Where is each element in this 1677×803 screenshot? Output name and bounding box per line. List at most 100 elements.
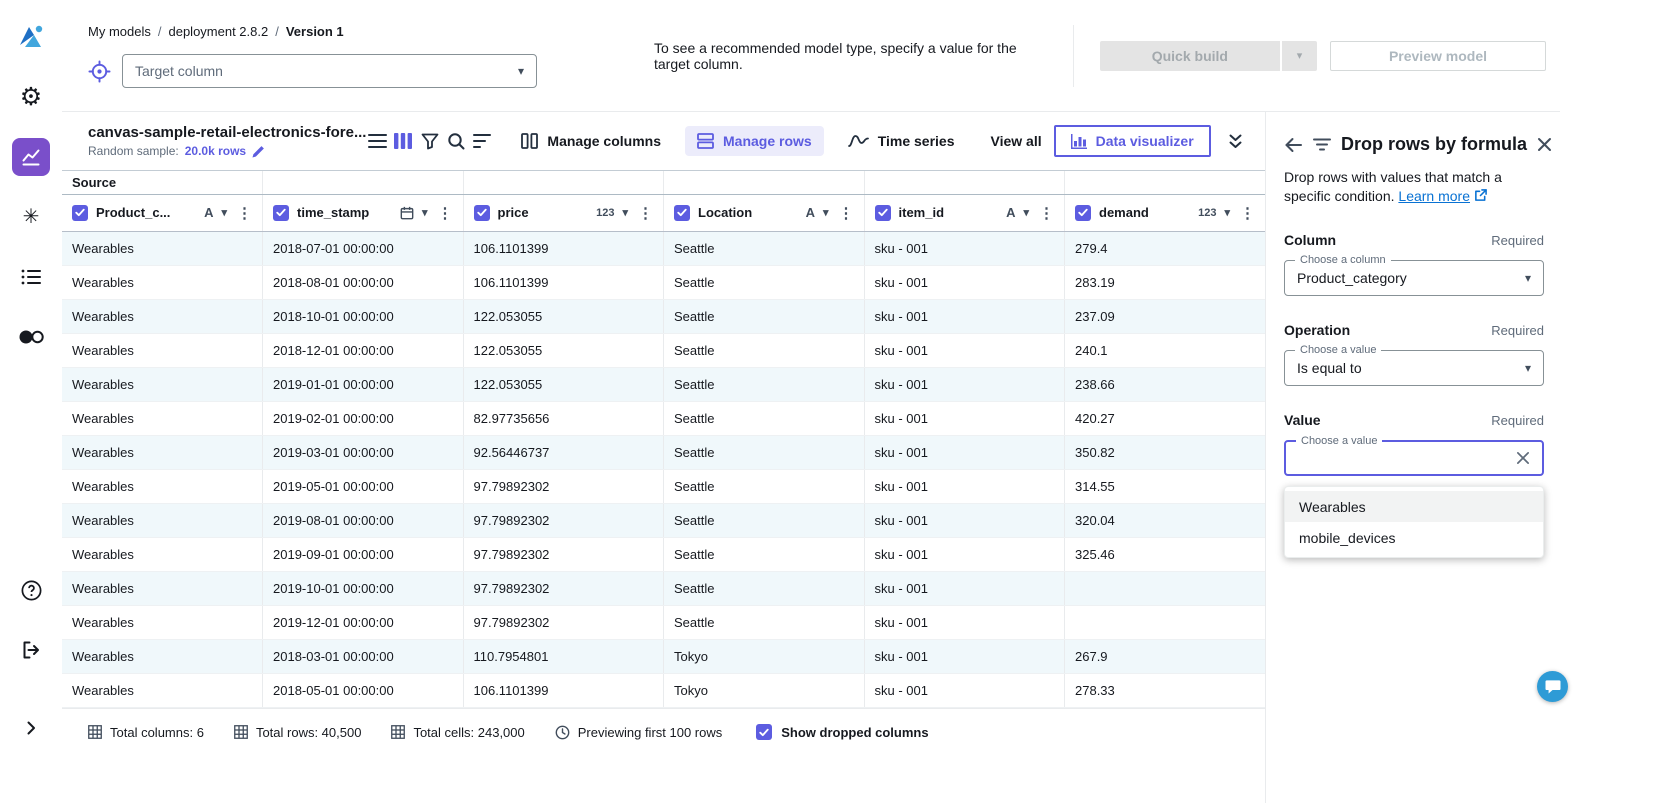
text-type-icon[interactable]: A [1006,205,1015,220]
table-cell: 2018-05-01 00:00:00 [263,673,464,707]
table-row: Wearables2018-03-01 00:00:00110.7954801T… [62,639,1265,673]
table-cell: 2019-08-01 00:00:00 [263,503,464,537]
canvas-logo[interactable] [12,18,50,56]
quick-build-label[interactable]: Quick build [1100,41,1280,71]
view-all-button[interactable]: View all [979,126,1054,156]
list-icon[interactable] [12,258,50,296]
operation-select-legend: Choose a value [1295,343,1381,357]
column-header: item_id A ▾ ⋮ [864,194,1065,231]
text-type-icon[interactable]: A [204,205,213,220]
column-caret-icon[interactable]: ▾ [1023,206,1029,219]
edit-pencil-icon[interactable] [252,145,265,158]
logout-icon[interactable] [12,631,50,669]
column-menu-icon[interactable]: ⋮ [636,204,655,222]
dropdown-option[interactable]: Wearables [1285,491,1543,522]
top-header: My models / deployment 2.8.2 / Version 1… [62,0,1560,112]
show-dropped-label: Show dropped columns [781,725,928,740]
sample-size-link[interactable]: 20.0k rows [185,144,246,158]
table-cell: sku - 001 [864,605,1065,639]
text-type-icon[interactable]: A [806,205,815,220]
table-cell: sku - 001 [864,673,1065,707]
manage-columns-label: Manage columns [547,133,661,149]
table-cell: sku - 001 [864,299,1065,333]
column-caret-icon[interactable]: ▾ [422,206,428,219]
column-checkbox[interactable] [674,205,690,221]
sort-list-icon[interactable] [471,126,493,156]
table-cell: 2018-08-01 00:00:00 [263,265,464,299]
close-icon[interactable] [1537,137,1552,152]
data-visualizer-button[interactable]: Data visualizer [1054,125,1211,157]
column-caret-icon[interactable]: ▾ [622,206,628,219]
checked-checkbox-icon[interactable] [756,724,772,740]
gear-icon[interactable]: ⚙ [12,78,50,116]
target-column-select[interactable]: Target column ▾ [122,54,537,88]
manage-columns-button[interactable]: Manage columns [509,126,673,156]
operation-select[interactable]: Choose a value Is equal to ▾ [1284,350,1544,386]
value-input[interactable]: Choose a value [1284,440,1544,476]
required-label: Required [1491,233,1544,248]
filter-icon[interactable] [419,126,441,156]
help-icon[interactable] [12,571,50,609]
table-cell: Seattle [664,333,865,367]
column-menu-icon[interactable]: ⋮ [1037,204,1056,222]
column-menu-icon[interactable]: ⋮ [436,204,455,222]
search-icon[interactable] [445,126,467,156]
column-menu-icon[interactable]: ⋮ [1238,204,1257,222]
back-icon[interactable] [1284,137,1303,153]
column-field-label: Column [1284,232,1336,248]
dropdown-option[interactable]: mobile_devices [1285,522,1543,553]
grid-view-icon[interactable] [392,126,414,156]
column-select[interactable]: Choose a column Product_category ▾ [1284,260,1544,296]
sparkle-icon[interactable]: ✳ [12,198,50,236]
column-checkbox[interactable] [474,205,490,221]
table-cell: 314.55 [1065,469,1266,503]
table-cell: Tokyo [664,673,865,707]
analytics-icon[interactable] [12,138,50,176]
column-caret-icon[interactable]: ▾ [221,206,227,219]
table-row: Wearables2018-05-01 00:00:00106.1101399T… [62,673,1265,707]
breadcrumb-deployment[interactable]: deployment 2.8.2 [168,24,268,39]
column-menu-icon[interactable]: ⋮ [235,204,254,222]
column-checkbox[interactable] [875,205,891,221]
column-menu-icon[interactable]: ⋮ [837,204,856,222]
manage-rows-button[interactable]: Manage rows [685,126,824,156]
expand-sidebar-icon[interactable] [12,709,50,747]
table-row: Wearables2018-10-01 00:00:00122.053055Se… [62,299,1265,333]
chat-widget-button[interactable] [1537,671,1568,702]
value-input-legend: Choose a value [1296,434,1382,448]
source-row: Source [62,171,1265,194]
learn-more-link[interactable]: Learn more [1398,188,1487,204]
table-cell: 2019-03-01 00:00:00 [263,435,464,469]
sidebar-bottom [12,571,50,789]
date-type-icon[interactable] [400,206,414,220]
breadcrumb-current-version: Version 1 [286,24,344,39]
breadcrumb-my-models[interactable]: My models [88,24,151,39]
clear-icon[interactable] [1516,451,1530,465]
quick-build-caret-icon[interactable]: ▾ [1282,41,1317,71]
column-checkbox[interactable] [1075,205,1091,221]
circles-icon[interactable] [12,318,50,356]
table-cell: 2018-12-01 00:00:00 [263,333,464,367]
column-name: item_id [899,205,945,220]
quick-build-button[interactable]: Quick build ▾ [1100,41,1317,71]
show-dropped-columns-toggle[interactable]: Show dropped columns [756,724,928,740]
time-series-button[interactable]: Time series [836,126,967,156]
collapse-toolbar-icon[interactable] [1225,126,1247,156]
table-cell: Wearables [62,265,263,299]
list-view-icon[interactable] [366,126,388,156]
random-sample-label: Random sample: [88,144,179,158]
column-select-value: Product_category [1297,270,1525,286]
table-cell: Seattle [664,231,865,265]
time-series-label: Time series [878,133,955,149]
column-header-row: Product_c...A▾⋮time_stamp▾⋮price123▾⋮Loc… [62,194,1265,231]
grid-icon [234,725,248,739]
preview-model-button[interactable]: Preview model [1330,41,1546,71]
number-type-icon[interactable]: 123 [1198,207,1216,219]
table-cell: 82.97735656 [463,401,664,435]
number-type-icon[interactable]: 123 [596,207,614,219]
column-caret-icon[interactable]: ▾ [823,206,829,219]
column-checkbox[interactable] [273,205,289,221]
column-checkbox[interactable] [72,205,88,221]
table-cell: 2018-10-01 00:00:00 [263,299,464,333]
column-caret-icon[interactable]: ▾ [1224,206,1230,219]
